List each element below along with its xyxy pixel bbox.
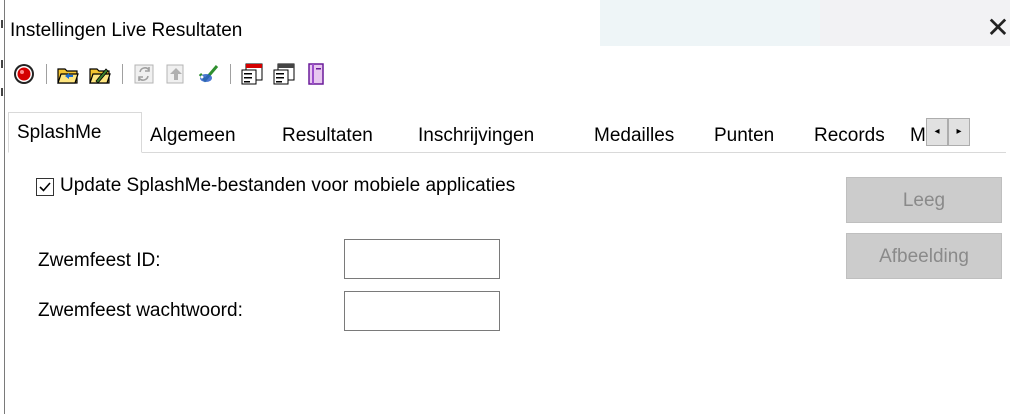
- tab-algemeen[interactable]: Algemeen: [142, 120, 274, 152]
- tab-records[interactable]: Records: [806, 120, 908, 152]
- title-bar: Instellingen Live Resultaten ✕: [8, 0, 1010, 58]
- edge-marker: [0, 58, 4, 70]
- update-splashme-label: Update SplashMe-bestanden voor mobiele a…: [60, 175, 516, 196]
- book-icon[interactable]: [304, 62, 328, 86]
- tab-medailles[interactable]: Medailles: [586, 120, 706, 152]
- properties-icon[interactable]: [272, 62, 296, 86]
- tab-resultaten[interactable]: Resultaten: [274, 120, 410, 152]
- properties-red-icon[interactable]: [240, 62, 264, 86]
- splashme-panel: Update SplashMe-bestanden voor mobiele a…: [8, 153, 1006, 414]
- upload-icon[interactable]: [164, 62, 188, 86]
- refresh-icon[interactable]: [132, 62, 156, 86]
- toolbar-separator: [46, 64, 47, 84]
- meet-id-label: Zwemfeest ID:: [38, 250, 161, 271]
- toolbar: [8, 58, 1008, 90]
- tab-splashme[interactable]: SplashMe: [8, 112, 142, 153]
- tab-overflow[interactable]: M: [908, 120, 926, 152]
- tab-m-partial[interactable]: M: [908, 120, 926, 152]
- toolbar-separator: [122, 64, 123, 84]
- meet-password-label: Zwemfeest wachtwoord:: [38, 300, 243, 321]
- tab-punten[interactable]: Punten: [706, 120, 806, 152]
- tab-scroll-right-button[interactable]: ▸: [948, 118, 970, 146]
- tab-inschrijvingen[interactable]: Inschrijvingen: [410, 120, 586, 152]
- meet-password-input[interactable]: [344, 291, 500, 331]
- open-folder-icon[interactable]: [56, 62, 80, 86]
- close-button[interactable]: ✕: [980, 10, 1010, 46]
- update-splashme-checkbox[interactable]: [36, 178, 54, 196]
- tab-scroll-left-button[interactable]: ◂: [926, 118, 948, 146]
- image-button[interactable]: Afbeelding: [846, 233, 1002, 279]
- window-title: Instellingen Live Resultaten: [10, 20, 243, 41]
- toolbar-separator: [230, 64, 231, 84]
- meet-id-input[interactable]: [344, 239, 500, 279]
- left-edge-border: [4, 0, 5, 414]
- check-connect-icon[interactable]: [196, 62, 220, 86]
- edge-marker: [0, 86, 4, 98]
- tab-strip: SplashMe Algemeen Resultaten Inschrijvin…: [8, 112, 1006, 153]
- clear-button[interactable]: Leeg: [846, 177, 1002, 223]
- edit-folder-icon[interactable]: [88, 62, 112, 86]
- edge-marker: [0, 18, 4, 30]
- record-icon[interactable]: [12, 62, 36, 86]
- checkmark-icon: [39, 182, 51, 192]
